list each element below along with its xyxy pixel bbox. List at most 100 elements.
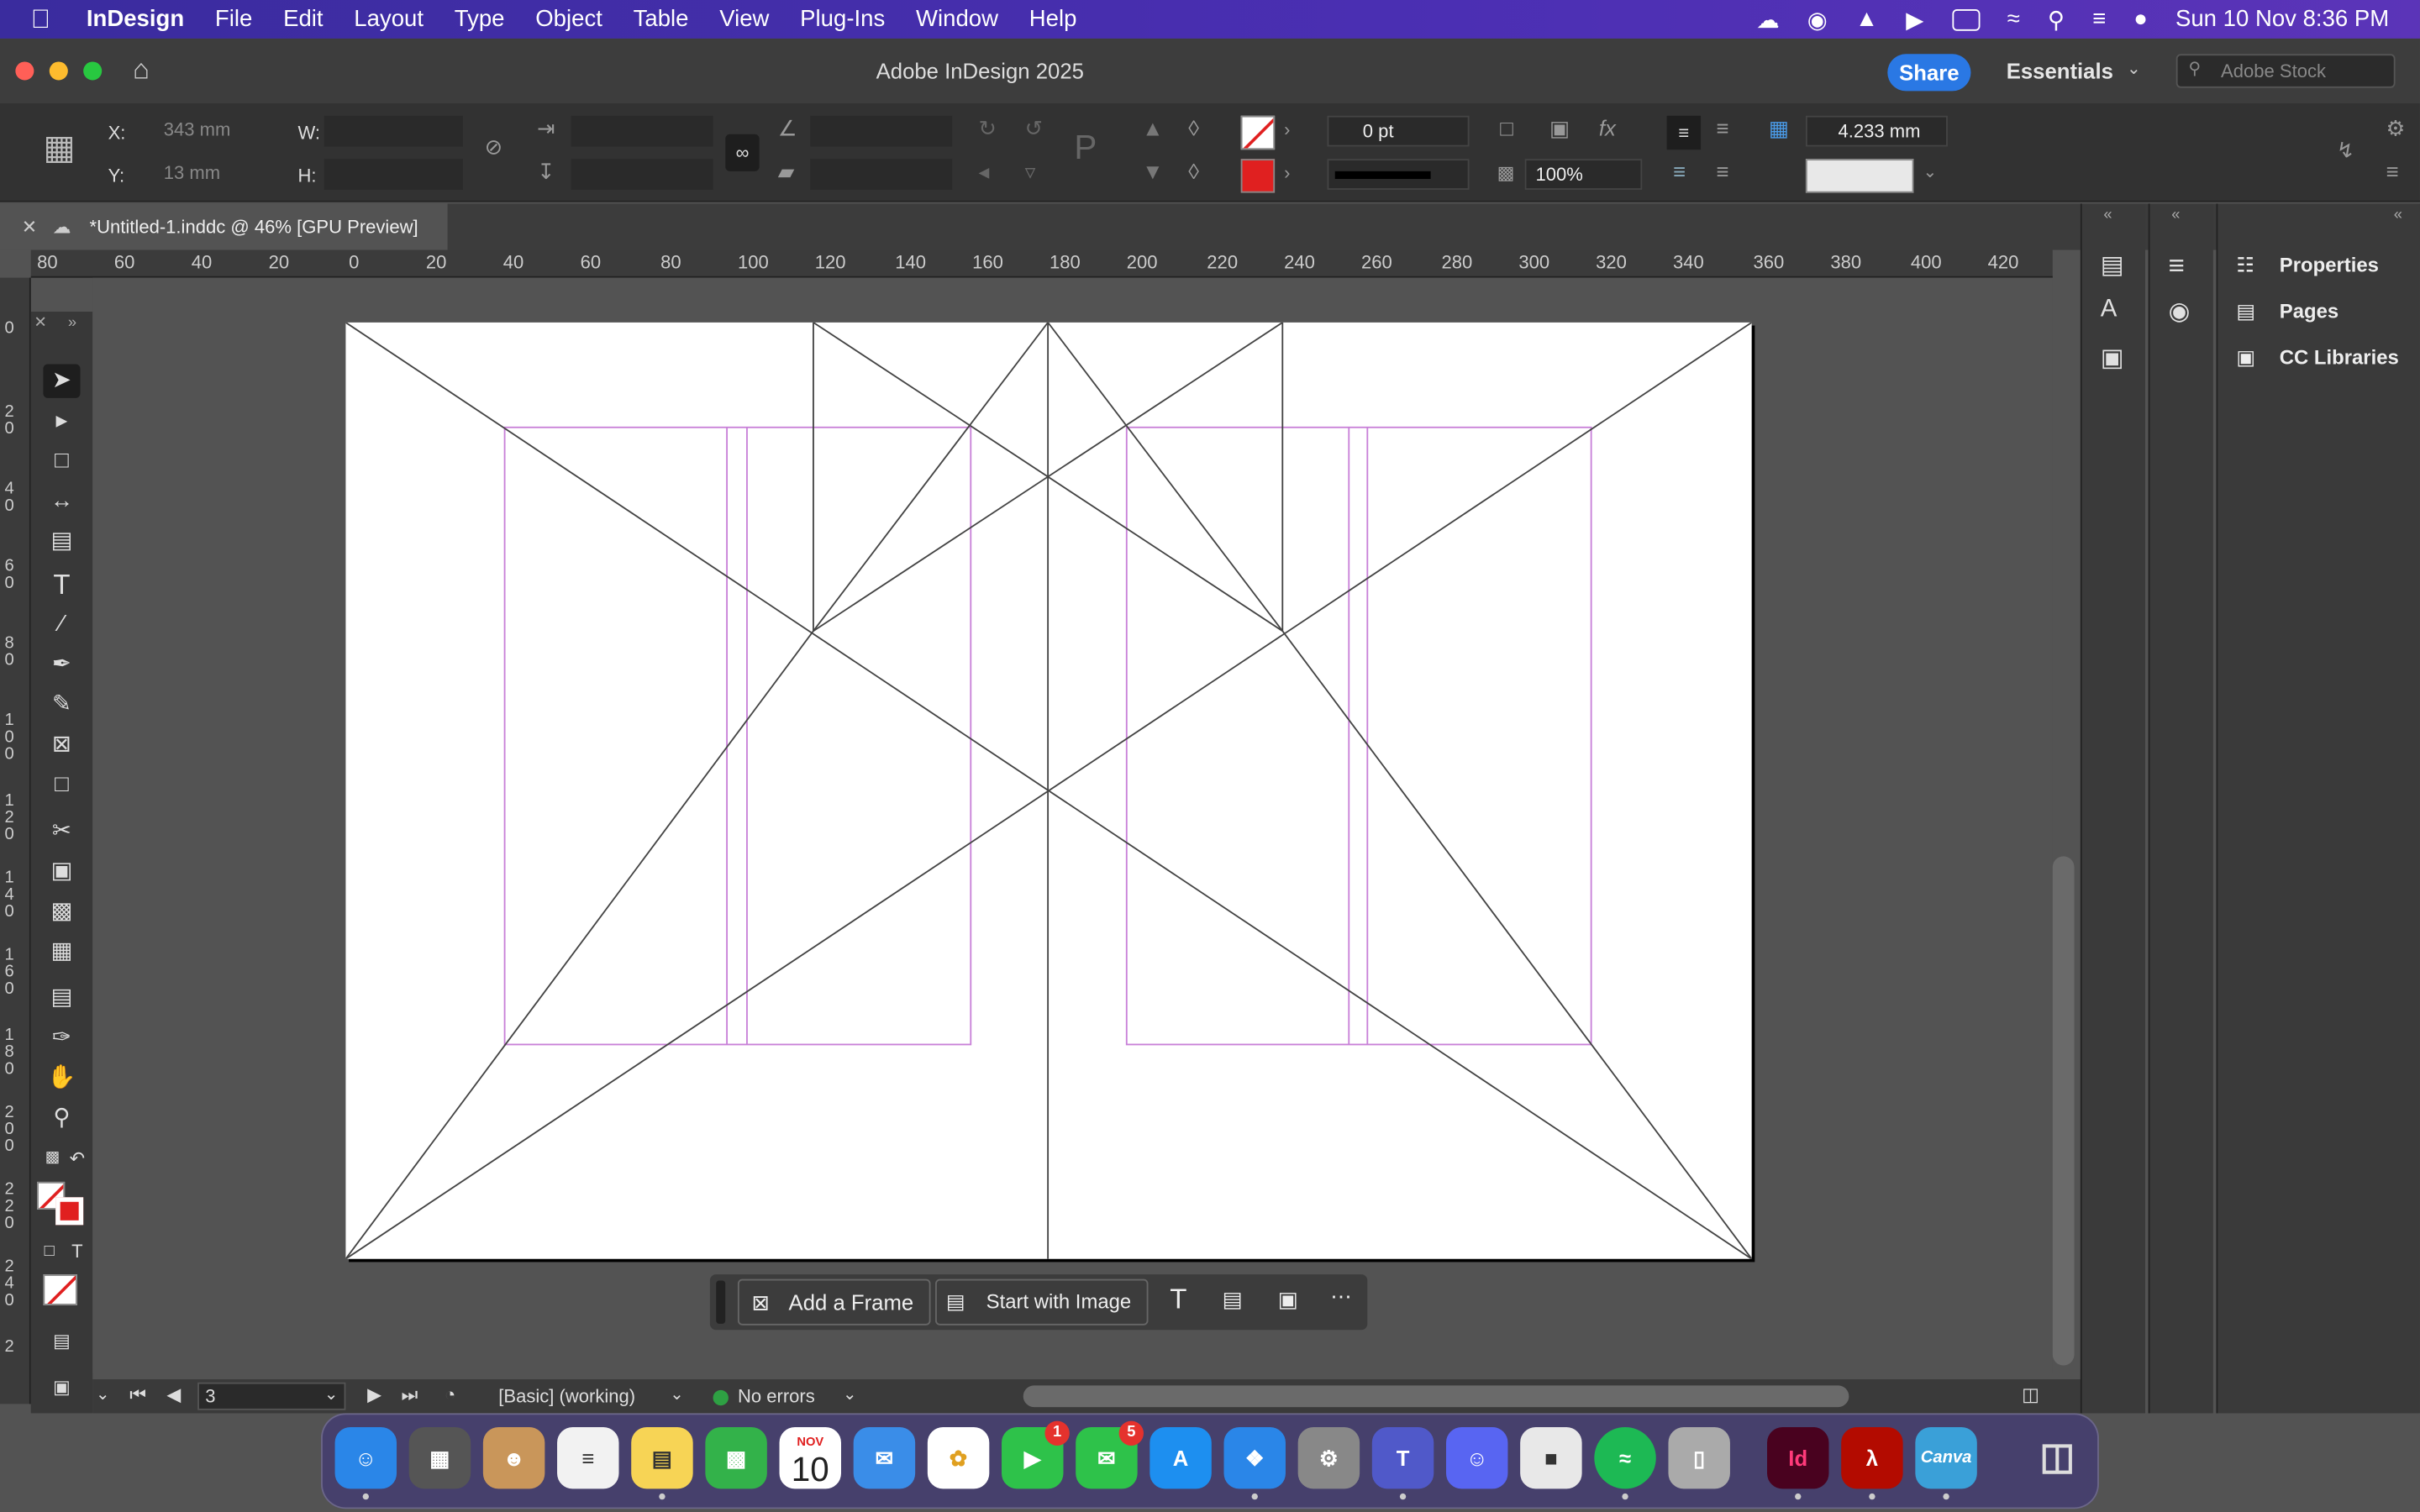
add-frame-button[interactable]: ⊠ Add a Frame	[737, 1278, 931, 1326]
text-wrap-none-icon[interactable]: ≡	[1666, 115, 1702, 150]
scissors-tool-icon[interactable]: ✂	[43, 815, 80, 848]
split-window-icon[interactable]: ◫	[2022, 1384, 2039, 1406]
expand-panel-icon[interactable]: «	[2103, 207, 2112, 223]
page-spread[interactable]	[345, 322, 1752, 1259]
style-swatch[interactable]	[1805, 159, 1914, 193]
chevron-down-icon[interactable]: ⌄	[2127, 59, 2141, 79]
acrobat-app[interactable]: λ	[1841, 1426, 1903, 1500]
menu-object[interactable]: Object	[520, 6, 618, 32]
last-page-icon[interactable]: ⏭	[402, 1384, 418, 1408]
formatting-text-icon[interactable]: T	[59, 1234, 96, 1268]
page-tool-icon[interactable]: □	[43, 444, 80, 478]
flip-vertical-icon[interactable]: ▿	[1025, 159, 1036, 185]
preview-mode-icon[interactable]: ▣	[43, 1370, 80, 1404]
cloud-sync-icon[interactable]: ☁	[1756, 5, 1780, 33]
spotify-app[interactable]: ≈	[1594, 1426, 1656, 1500]
next-page-icon[interactable]: ▶	[367, 1384, 381, 1406]
menu-plugins[interactable]: Plug-Ins	[785, 6, 901, 32]
note-tool-icon[interactable]: ▤	[43, 981, 80, 1015]
gap-field[interactable]: 4.233 mm	[1805, 115, 1948, 147]
scale-y-field[interactable]	[571, 159, 713, 190]
page-dropdown-icon[interactable]: ⌄	[324, 1384, 339, 1404]
trash-app[interactable]: ◫	[2027, 1427, 2088, 1488]
menu-help[interactable]: Help	[1013, 6, 1092, 32]
horizontal-scrollbar[interactable]	[1023, 1385, 1849, 1408]
control-center-icon[interactable]: ≡	[2092, 6, 2106, 32]
discord-app[interactable]: ☺	[1445, 1426, 1508, 1489]
facetime-app[interactable]: ▶ 1	[1002, 1420, 1070, 1489]
more-options-icon[interactable]: ⋯	[1330, 1284, 1352, 1310]
constrain-proportions-icon[interactable]: ⊘	[485, 134, 503, 160]
add-page-icon[interactable]: ▣	[1278, 1287, 1298, 1313]
photos-app[interactable]: ✿	[927, 1426, 990, 1489]
select-container-icon[interactable]: ▲	[1142, 116, 1163, 140]
select-previous-icon[interactable]: ◊	[1188, 159, 1199, 183]
quick-apply-icon[interactable]: ↯	[2337, 137, 2355, 163]
y-field[interactable]: 13 mm	[155, 159, 278, 190]
open-page-icon[interactable]: ◔	[445, 1384, 455, 1406]
stroke-swatch[interactable]	[1240, 159, 1276, 193]
collapse-panels-icon[interactable]: «	[2394, 207, 2402, 223]
text-wrap-jump-icon[interactable]: ≡	[1716, 159, 1728, 183]
pen-tool-icon[interactable]: ✒	[43, 648, 80, 681]
mail-app[interactable]: ✉	[853, 1426, 916, 1489]
color-palette-icon[interactable]: ◉	[2169, 297, 2191, 328]
rotate-ccw-icon[interactable]: ↺	[1025, 116, 1044, 142]
indesign-app[interactable]: Id	[1767, 1426, 1829, 1500]
contacts-app[interactable]: ☻	[482, 1426, 545, 1489]
previous-page-icon[interactable]: ◀	[166, 1384, 181, 1406]
spotlight-icon[interactable]: ⚲	[2048, 5, 2065, 33]
direct-selection-tool-icon[interactable]: ▸	[43, 404, 80, 438]
w-field[interactable]	[324, 115, 464, 147]
messages-app[interactable]: ✉ 5	[1076, 1420, 1144, 1489]
text-wrap-shape-icon[interactable]: ≡	[1673, 159, 1686, 183]
cc-libraries-panel-tab[interactable]: ▣ CC Libraries	[2236, 339, 2398, 376]
apply-none-icon[interactable]	[43, 1274, 77, 1305]
text-frame-icon[interactable]: T	[1170, 1284, 1186, 1316]
flip-horizontal-icon[interactable]: ◂	[978, 159, 989, 185]
link-icon[interactable]: ∞	[725, 134, 760, 171]
shear-field[interactable]	[810, 159, 953, 190]
line-tool-icon[interactable]: ∕	[43, 608, 80, 642]
text-wrap-bbox-icon[interactable]: ≡	[1716, 116, 1728, 140]
frame-fitting-icon[interactable]: □	[1500, 116, 1513, 140]
scale-x-icon[interactable]: ⇥	[537, 116, 555, 142]
settings-gear-icon[interactable]: ⚙	[2386, 116, 2406, 142]
app-store-app[interactable]: A	[1150, 1426, 1212, 1489]
close-tab-icon[interactable]: ✕	[22, 203, 37, 249]
scale-y-icon[interactable]: ↧	[537, 159, 555, 185]
play-icon[interactable]: ▶	[1906, 5, 1923, 33]
expand-tools-icon[interactable]: »	[68, 315, 76, 332]
vertical-scrollbar[interactable]	[2052, 856, 2075, 1366]
select-next-icon[interactable]: ◊	[1188, 116, 1199, 140]
iphone-mirroring-app[interactable]: ▯	[1668, 1426, 1730, 1489]
links-panel-icon[interactable]: ▤	[2101, 250, 2124, 281]
free-transform-tool-icon[interactable]: ▣	[43, 855, 80, 889]
stroke-type-dropdown[interactable]	[1327, 159, 1470, 190]
document-tab[interactable]: ✕ ☁ *Untitled-1.inddc @ 46% [GPU Preview…	[0, 203, 448, 250]
vertical-ruler[interactable]: 0 2 0 4 0 6 0 8 0 1 0 0 1 2 0 1 4 0 1 6 …	[0, 277, 31, 1404]
stroke-weight-field[interactable]: 0 pt	[1327, 115, 1470, 147]
type-tool-icon[interactable]: T	[43, 568, 80, 601]
status-chevron-icon[interactable]: ⌄	[96, 1384, 110, 1404]
menu-window[interactable]: Window	[901, 6, 1014, 32]
effects-icon[interactable]: fx	[1599, 116, 1616, 140]
finder-app[interactable]: ☺	[334, 1426, 397, 1500]
opacity-field[interactable]: 100%	[1524, 159, 1643, 190]
preflight-errors[interactable]: No errors	[738, 1385, 815, 1407]
panel-menu-icon[interactable]: ≡	[2386, 159, 2399, 183]
eyedropper-tool-icon[interactable]: ✑	[43, 1021, 80, 1055]
content-collector-icon[interactable]: ▤	[43, 524, 80, 558]
taskbar-grip[interactable]	[716, 1280, 726, 1324]
wifi-icon[interactable]: ≈	[2007, 6, 2020, 32]
select-content-icon[interactable]: P	[1074, 128, 1097, 168]
fill-swatch[interactable]	[1240, 115, 1276, 150]
calendar-app[interactable]: NOV 10	[779, 1426, 842, 1489]
preflight-profile[interactable]: [Basic] (working)	[498, 1385, 635, 1407]
menu-lines-icon[interactable]: ≡	[2169, 250, 2185, 283]
roblox-app[interactable]: ■	[1520, 1426, 1582, 1489]
safari-app[interactable]: ❖	[1223, 1426, 1286, 1500]
siri-icon[interactable]: ●	[2133, 6, 2148, 32]
gradient-feather-tool-icon[interactable]: ▦	[43, 935, 80, 969]
menu-file[interactable]: File	[200, 6, 268, 32]
